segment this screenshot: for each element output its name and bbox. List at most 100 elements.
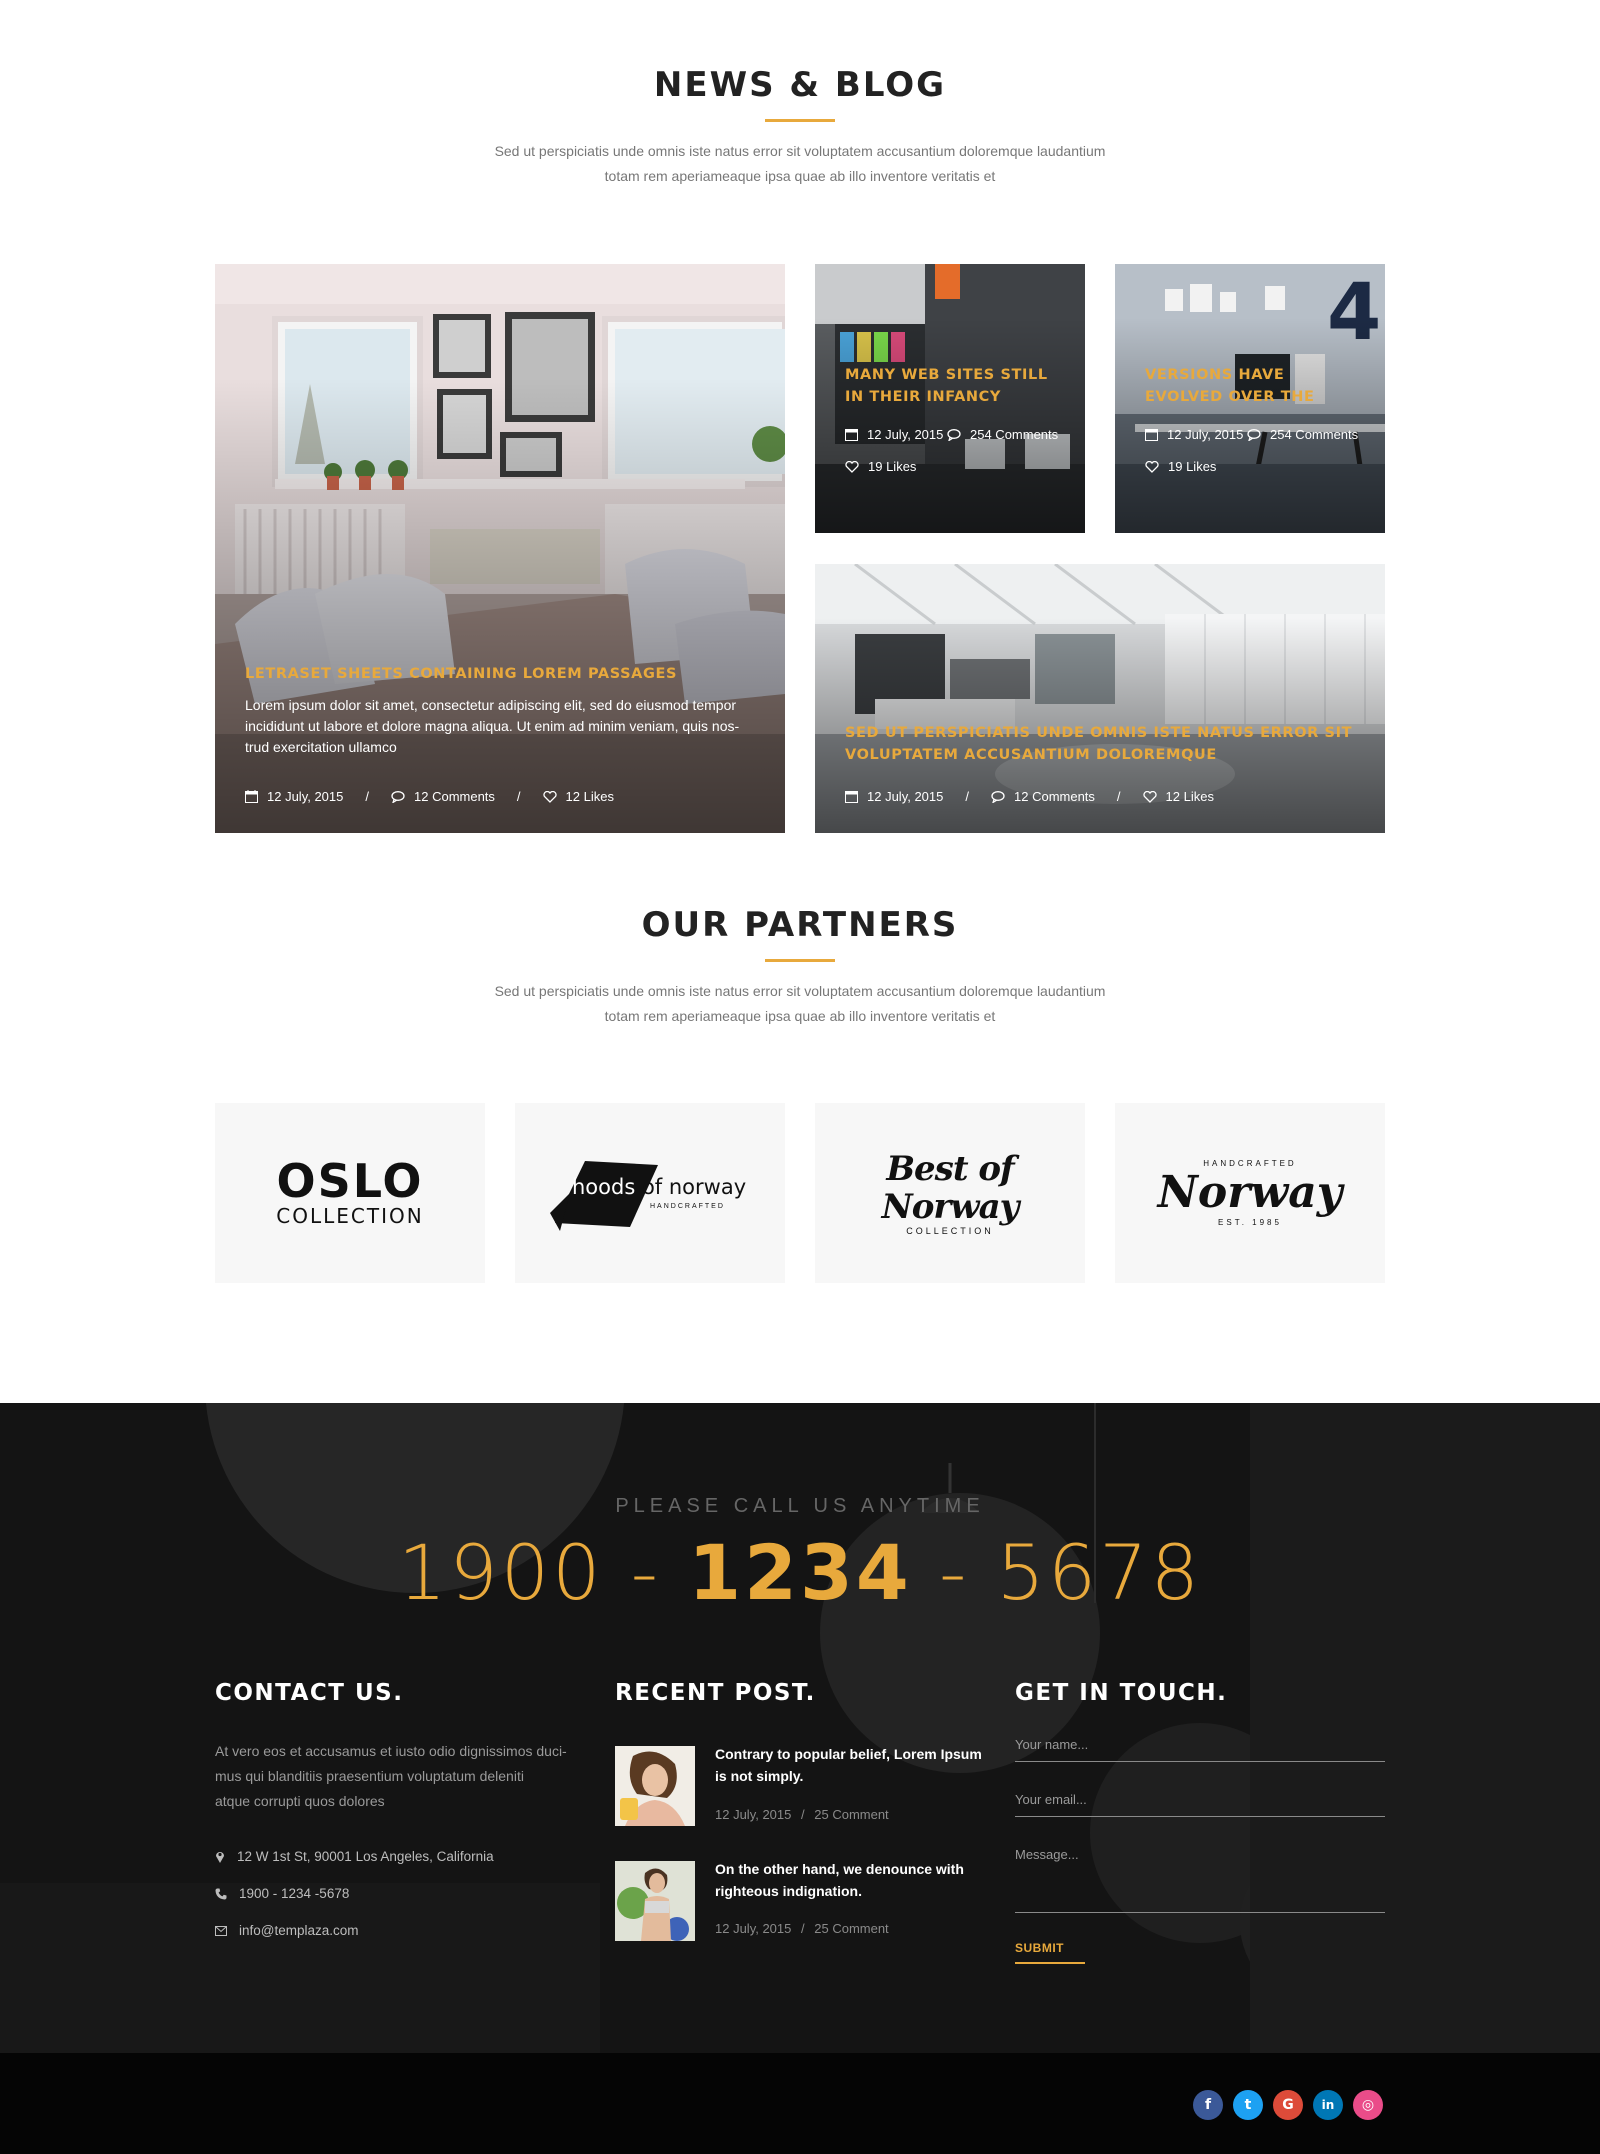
phone-icon — [215, 1888, 227, 1899]
post-likes[interactable]: 12 Likes — [1142, 789, 1214, 804]
call-label: PLEASE CALL US ANYTIME — [615, 1495, 985, 1517]
phone-part-bold: 1234 — [688, 1528, 912, 1617]
facebook-icon[interactable]: f — [1193, 2090, 1223, 2120]
post-comments[interactable]: 12 Comments — [991, 789, 1095, 804]
contact-address-text: 12 W 1st St, 90001 Los Angeles, Californ… — [237, 1849, 494, 1864]
post-card-small[interactable]: MANY WEB SITES STILL IN THEIR INFANCY 12… — [815, 264, 1085, 533]
news-section-title: NEWS & BLOG — [653, 65, 947, 105]
linkedin-icon[interactable]: in — [1313, 2090, 1343, 2120]
recent-post-meta: 12 July, 2015 / 25 Comment — [715, 1807, 889, 1822]
post-date-text: 12 July, 2015 — [867, 789, 944, 804]
contact-email-text[interactable]: info@templaza.com — [239, 1923, 359, 1938]
recent-post-date: 12 July, 2015 — [715, 1921, 792, 1936]
google-icon[interactable]: G — [1273, 2090, 1303, 2120]
partners-section-title: OUR PARTNERS — [641, 905, 959, 945]
partner-logo-oslo[interactable]: OSLO COLLECTION — [215, 1103, 485, 1283]
excerpt-line: incididunt ut labore et dolore magna ali… — [245, 718, 740, 734]
post-date: 12 July, 2015 — [245, 789, 343, 804]
logo-wordmark-rest: of norway — [635, 1175, 747, 1199]
recent-post-title[interactable]: On the other hand, we denounce with righ… — [715, 1858, 985, 1902]
post-card-wide[interactable]: SED UT PERSPICIATIS UNDE OMNIS ISTE NATU… — [815, 564, 1385, 833]
comment-icon — [991, 790, 1005, 803]
post-title[interactable]: MANY WEB SITES STILL IN THEIR INFANCY — [845, 364, 1048, 408]
contact-address: 12 W 1st St, 90001 Los Angeles, Californ… — [215, 1849, 494, 1864]
post-title-line[interactable]: VERSIONS HAVE — [1145, 364, 1314, 386]
recent-post-thumbnail[interactable] — [615, 1746, 695, 1826]
recent-post-comments[interactable]: 25 Comment — [814, 1921, 888, 1936]
post-title-line[interactable]: IN THEIR INFANCY — [845, 386, 1048, 408]
contact-description: At vero eos et accusamus et iusto odio d… — [215, 1739, 585, 1814]
hoods-logo: hoods of norway HANDCRAFTED — [550, 1153, 750, 1233]
recent-post-title-line[interactable]: On the other hand, we denounce with — [715, 1858, 985, 1880]
post-meta: 12 July, 2015 254 Comments 19 Likes — [845, 418, 1085, 483]
call-phone-number[interactable]: 1900 - 1234 - 5678 — [0, 1528, 1600, 1617]
post-likes-text[interactable]: 19 Likes — [868, 459, 916, 474]
recent-post-title-line[interactable]: is not simply. — [715, 1765, 985, 1787]
recent-post-title-line[interactable]: righteous indignation. — [715, 1880, 985, 1902]
meta-separator: / — [801, 1807, 805, 1822]
featured-post-title[interactable]: LETRASET SHEETS CONTAINING LOREM PASSAGE… — [245, 663, 677, 685]
post-likes-text[interactable]: 12 Likes — [566, 789, 614, 804]
contact-email[interactable]: info@templaza.com — [215, 1923, 359, 1938]
dribbble-icon[interactable]: ◎ — [1353, 2090, 1383, 2120]
contact-phone[interactable]: 1900 - 1234 -5678 — [215, 1886, 349, 1901]
logo-wordmark: Best of Norway — [881, 1149, 1020, 1227]
partner-logo-hoods[interactable]: hoods of norway HANDCRAFTED — [515, 1103, 785, 1283]
post-title[interactable]: VERSIONS HAVE EVOLVED OVER THE — [1145, 364, 1314, 408]
post-comments-text[interactable]: 12 Comments — [414, 789, 495, 804]
meta-separator: / — [1116, 789, 1121, 804]
post-comments[interactable]: 254 Comments — [947, 419, 1058, 451]
submit-button[interactable]: SUBMIT — [1015, 1941, 1085, 1964]
featured-post-card[interactable]: LETRASET SHEETS CONTAINING LOREM PASSAGE… — [215, 264, 785, 833]
post-comments-text[interactable]: 254 Comments — [1270, 427, 1358, 442]
post-title-line[interactable]: EVOLVED OVER THE — [1145, 386, 1314, 408]
post-likes[interactable]: 12 Likes — [542, 789, 614, 804]
twitter-icon[interactable]: t — [1233, 2090, 1263, 2120]
news-subtitle-line: totam rem aperiameaque ipsa quae ab illo… — [604, 168, 996, 184]
oslo-logo: OSLO COLLECTION — [276, 1158, 423, 1228]
contact-phone-text[interactable]: 1900 - 1234 -5678 — [239, 1886, 349, 1901]
featured-post-meta: 12 July, 2015 / 12 Comments / 12 Likes — [245, 789, 614, 804]
post-title[interactable]: SED UT PERSPICIATIS UNDE OMNIS ISTE NATU… — [845, 722, 1352, 766]
email-field[interactable]: Your email... — [1015, 1792, 1385, 1817]
post-comments-text[interactable]: 254 Comments — [970, 427, 1058, 442]
message-field[interactable]: Message... — [1015, 1847, 1385, 1913]
post-title-line[interactable]: MANY WEB SITES STILL — [845, 364, 1048, 386]
post-likes[interactable]: 19 Likes — [845, 451, 916, 483]
get-in-touch-heading: GET IN TOUCH. — [1015, 1680, 1228, 1706]
partner-logo-best-of-norway[interactable]: Best of Norway COLLECTION — [815, 1103, 1085, 1283]
phone-dash: - — [630, 1528, 662, 1617]
logo-subtitle: HANDCRAFTED — [650, 1203, 725, 1210]
news-title-underline — [765, 119, 835, 122]
best-of-norway-logo: Best of Norway COLLECTION — [815, 1150, 1085, 1236]
recent-post-title[interactable]: Contrary to popular belief, Lorem Ipsum … — [715, 1743, 985, 1787]
post-title-line[interactable]: VOLUPTATEM ACCUSANTIUM DOLOREMQUE — [845, 744, 1352, 766]
heart-icon — [1145, 460, 1159, 473]
recent-post-thumbnail[interactable] — [615, 1861, 695, 1941]
name-field[interactable]: Your name... — [1015, 1737, 1385, 1762]
post-likes[interactable]: 19 Likes — [1145, 451, 1216, 483]
recent-post-title-line[interactable]: Contrary to popular belief, Lorem Ipsum — [715, 1743, 985, 1765]
calendar-icon — [1145, 428, 1158, 441]
meta-separator: / — [801, 1921, 805, 1936]
recent-posts-heading: RECENT POST. — [615, 1680, 816, 1706]
envelope-icon — [215, 1925, 227, 1936]
logo-wordmark: hoods of norway — [572, 1175, 747, 1199]
meta-separator: / — [516, 789, 521, 804]
partners-title-underline — [765, 959, 835, 962]
calendar-icon — [845, 791, 858, 803]
post-title-line[interactable]: SED UT PERSPICIATIS UNDE OMNIS ISTE NATU… — [845, 722, 1352, 744]
logo-subtitle: EST. 1985 — [1218, 1218, 1282, 1227]
partner-logo-norway[interactable]: HANDCRAFTED Norway EST. 1985 — [1115, 1103, 1385, 1283]
post-likes-text[interactable]: 12 Likes — [1166, 789, 1214, 804]
post-card-small[interactable]: 4 VERSIONS HAVE EVOLVED OVER THE 12 July… — [1115, 264, 1385, 533]
recent-post-comments[interactable]: 25 Comment — [814, 1807, 888, 1822]
post-comments[interactable]: 12 Comments — [391, 789, 495, 804]
post-date-text: 12 July, 2015 — [1167, 426, 1244, 442]
post-comments-text[interactable]: 12 Comments — [1014, 789, 1095, 804]
post-comments[interactable]: 254 Comments — [1247, 419, 1358, 451]
contact-heading: CONTACT US. — [215, 1680, 404, 1706]
recent-post-meta: 12 July, 2015 / 25 Comment — [715, 1921, 889, 1936]
recent-post-image — [615, 1861, 695, 1941]
post-likes-text[interactable]: 19 Likes — [1168, 459, 1216, 474]
